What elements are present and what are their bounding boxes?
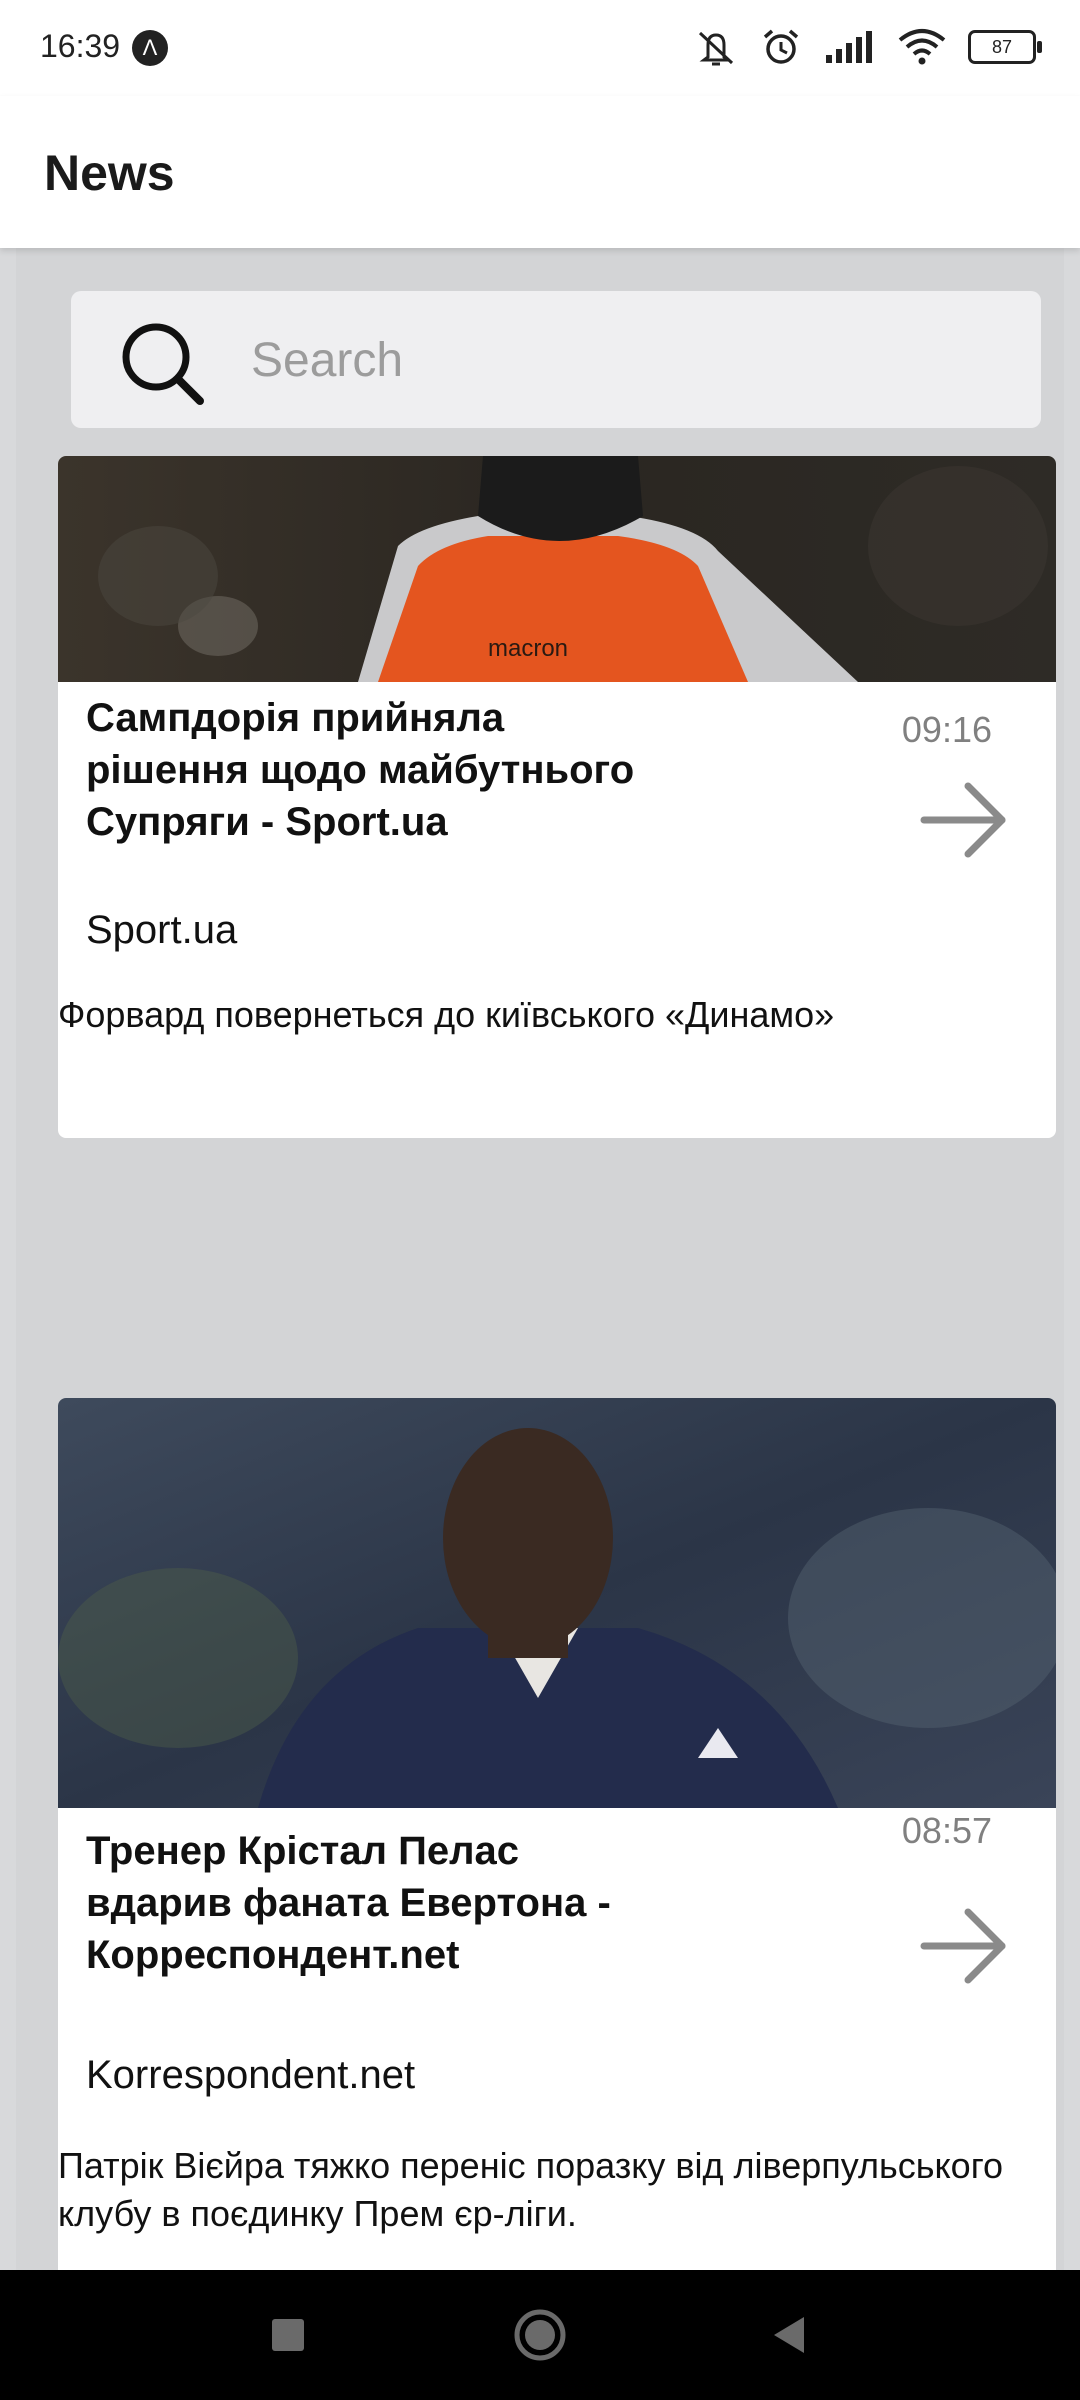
notification-badge-icon: Λ [132, 30, 168, 66]
signal-icon [826, 31, 872, 63]
svg-text:macron: macron [488, 635, 568, 662]
system-nav-bar [0, 2270, 1080, 2400]
status-time: 16:39 [40, 28, 121, 64]
news-card[interactable]: macron Сампдорія прийняла рішення щодо м… [58, 456, 1056, 1138]
news-title[interactable]: Тренер Крістал Пелас вдарив фаната Еверт… [86, 1825, 646, 1981]
page-title: News [44, 145, 175, 201]
news-time: 09:16 [901, 709, 992, 750]
status-bar: 16:39 Λ 87 [0, 0, 1080, 96]
triangle-back-icon [774, 2317, 804, 2353]
mute-notification-icon [698, 31, 734, 66]
news-list: macron Сампдорія прийняла рішення щодо м… [16, 248, 1064, 2270]
back-button[interactable] [755, 2300, 825, 2370]
wifi-icon [898, 29, 946, 65]
status-icons: 87 [694, 26, 1042, 68]
arrow-right-icon[interactable] [916, 772, 1012, 868]
news-time: 08:57 [901, 1810, 992, 1851]
arrow-right-icon[interactable] [916, 1898, 1012, 1994]
news-card[interactable]: Тренер Крістал Пелас вдарив фаната Еверт… [58, 1398, 1056, 2270]
news-image[interactable] [58, 1398, 1056, 1808]
news-image[interactable]: macron [58, 456, 1056, 682]
recent-apps-button[interactable] [253, 2300, 323, 2370]
news-source: Korrespondent.net [86, 2053, 416, 2097]
app-bar: News [0, 96, 1080, 248]
search-input[interactable] [249, 291, 1013, 430]
news-source: Sport.ua [86, 908, 238, 952]
home-button[interactable] [505, 2300, 575, 2370]
news-description: Патрік Вієйра тяжко переніс поразку від … [58, 2145, 1004, 2234]
search-icon[interactable] [116, 317, 208, 409]
square-icon [272, 2319, 304, 2351]
news-description: Форвард повернеться до київського «Динам… [58, 994, 835, 1035]
circle-icon [514, 2309, 566, 2361]
news-title[interactable]: Сампдорія прийняла рішення щодо майбутнь… [86, 692, 646, 848]
news-feed[interactable]: macron Сампдорія прийняла рішення щодо м… [0, 248, 1080, 2270]
battery-icon: 87 [968, 30, 1042, 64]
alarm-icon [763, 29, 799, 64]
search-bar[interactable] [71, 291, 1041, 430]
